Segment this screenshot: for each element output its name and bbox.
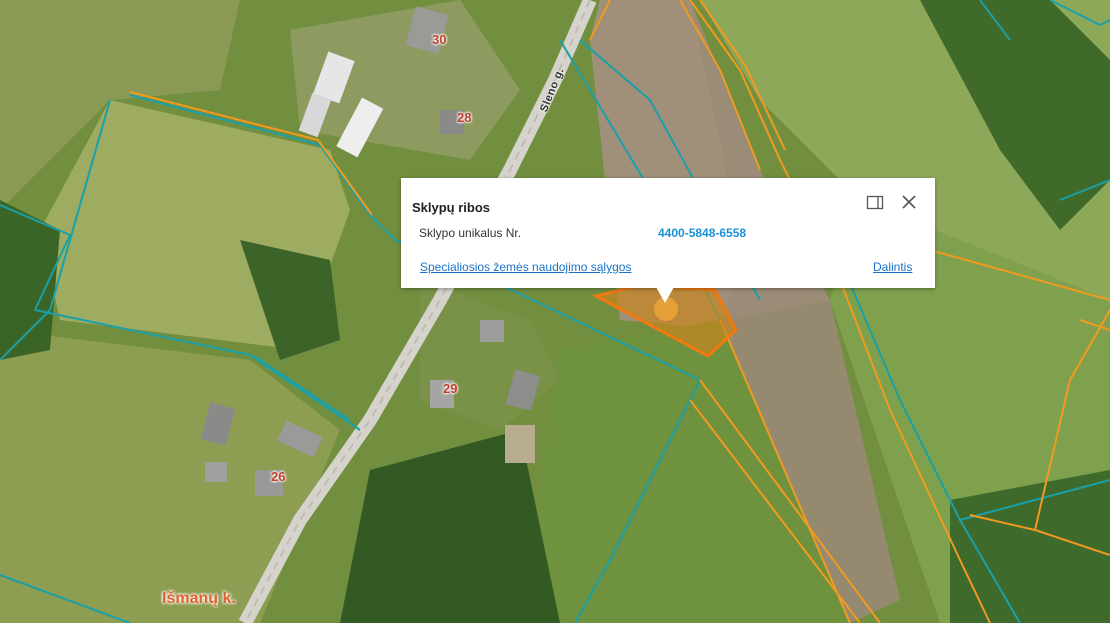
- close-icon[interactable]: [899, 192, 919, 212]
- popup-pointer: [656, 287, 674, 303]
- parcel-id-value[interactable]: 4400-5848-6558: [658, 226, 746, 240]
- map-view[interactable]: 30 28 29 26 Sleno g. Išmanų k. Sklypų ri…: [0, 0, 1110, 623]
- house-number-29: 29: [443, 381, 458, 396]
- house-number-26: 26: [271, 469, 286, 484]
- share-link[interactable]: Dalintis: [873, 260, 912, 274]
- popup-title: Sklypų ribos: [412, 200, 491, 215]
- parcel-info-popup: Sklypų ribos Sklypo unikalus Nr. 4400-58…: [401, 178, 935, 303]
- special-conditions-link[interactable]: Specialiosios žemės naudojimo sąlygos: [420, 260, 631, 274]
- house-number-30: 30: [432, 32, 447, 47]
- parcel-id-label: Sklypo unikalus Nr.: [419, 226, 522, 240]
- village-label: Išmanų k.: [162, 590, 236, 607]
- dock-panel-icon[interactable]: [865, 192, 885, 212]
- house-number-28: 28: [457, 110, 472, 125]
